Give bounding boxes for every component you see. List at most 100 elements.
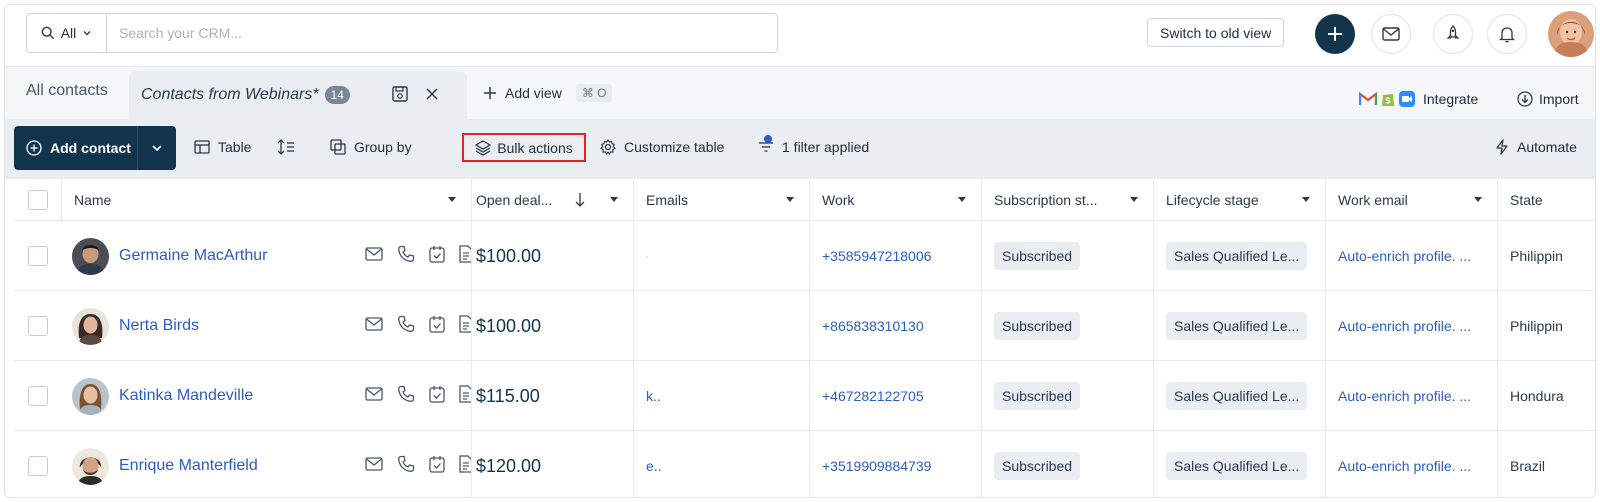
- phone-icon[interactable]: [397, 385, 415, 403]
- row-checkbox[interactable]: [28, 246, 48, 266]
- phone-icon[interactable]: [397, 455, 415, 473]
- auto-enrich-link[interactable]: Auto-enrich profile. ...: [1338, 248, 1471, 264]
- caret-down-icon[interactable]: [1301, 196, 1311, 204]
- work-phone-link[interactable]: +467282122705: [822, 388, 924, 404]
- lifecycle-tag: Sales Qualified Le...: [1166, 242, 1308, 270]
- contact-name-link[interactable]: Enrique Manterfield: [119, 457, 258, 475]
- add-contact-dropdown[interactable]: [138, 142, 176, 154]
- email-link[interactable]: e..: [646, 458, 662, 474]
- filter-button[interactable]: 1 filter applied: [758, 135, 870, 155]
- auto-enrich-link[interactable]: Auto-enrich profile. ...: [1338, 318, 1471, 334]
- column-header-emails[interactable]: Emails: [634, 179, 810, 221]
- column-header-work-email[interactable]: Work email: [1326, 179, 1498, 221]
- caret-down-icon[interactable]: [957, 196, 967, 204]
- column-header-name[interactable]: Name: [62, 179, 472, 221]
- email-link[interactable]: ·: [646, 251, 649, 262]
- notifications-button[interactable]: [1487, 14, 1527, 54]
- bell-icon: [1499, 27, 1515, 43]
- import-button[interactable]: Import: [1517, 91, 1579, 107]
- sort-button[interactable]: [277, 139, 295, 155]
- work-phone-link[interactable]: +3585947218006: [822, 248, 931, 264]
- task-icon[interactable]: [429, 315, 445, 333]
- note-icon[interactable]: [459, 315, 472, 333]
- column-header-label: Name: [74, 192, 112, 208]
- row-checkbox[interactable]: [28, 316, 48, 336]
- table-row[interactable]: Enrique Manterfield $120.00 e.. +3519909…: [14, 431, 1595, 497]
- bulk-actions-button[interactable]: Bulk actions: [462, 133, 586, 162]
- task-icon[interactable]: [429, 455, 445, 473]
- mail-icon[interactable]: [365, 387, 383, 401]
- email-link[interactable]: k..: [646, 388, 661, 404]
- search-input[interactable]: [107, 14, 777, 52]
- search-icon: [41, 26, 54, 40]
- gmail-icon: [1359, 92, 1377, 105]
- caret-down-icon[interactable]: [785, 196, 795, 204]
- auto-enrich-link[interactable]: Auto-enrich profile. ...: [1338, 388, 1471, 404]
- caret-down-icon[interactable]: [1129, 196, 1139, 204]
- table-row[interactable]: Nerta Birds $100.00 +865838310130 Subscr…: [14, 291, 1595, 361]
- column-header-state[interactable]: State: [1498, 179, 1595, 221]
- customize-table-label: Customize table: [624, 139, 725, 155]
- tab-count-badge: 14: [324, 86, 350, 104]
- state-value: Philippin: [1510, 248, 1563, 264]
- import-label: Import: [1539, 91, 1579, 107]
- select-all-checkbox[interactable]: [28, 190, 48, 210]
- note-icon[interactable]: [459, 245, 472, 263]
- table-row[interactable]: Katinka Mandeville $115.00 k.. +46728212…: [14, 361, 1595, 431]
- column-header-label: Work email: [1338, 192, 1408, 208]
- arrow-down-icon[interactable]: [574, 192, 586, 208]
- group-by-button[interactable]: Group by: [330, 139, 412, 155]
- automate-button[interactable]: Automate: [1495, 139, 1577, 155]
- mail-icon[interactable]: [365, 247, 383, 261]
- global-search: All: [26, 13, 778, 53]
- emails-cell: k..: [634, 361, 810, 431]
- table-row[interactable]: Germaine MacArthur $100.00 · +3585947218…: [14, 221, 1595, 291]
- phone-icon[interactable]: [397, 315, 415, 333]
- subscription-tag: Subscribed: [994, 382, 1081, 410]
- state-cell: Philippin: [1498, 291, 1595, 361]
- contact-name-link[interactable]: Nerta Birds: [119, 317, 199, 335]
- integrate-button[interactable]: S Integrate: [1359, 91, 1478, 107]
- create-new-button[interactable]: [1315, 14, 1355, 54]
- add-view-button[interactable]: Add view ⌘ O: [483, 84, 613, 102]
- close-view-button[interactable]: [424, 86, 440, 107]
- launch-button[interactable]: [1433, 14, 1473, 54]
- mail-button[interactable]: [1371, 14, 1411, 54]
- row-checkbox[interactable]: [28, 386, 48, 406]
- column-header-open-deals[interactable]: Open deal...: [472, 179, 634, 221]
- mail-icon[interactable]: [365, 457, 383, 471]
- save-view-button[interactable]: [391, 85, 409, 108]
- search-scope-dropdown[interactable]: All: [27, 14, 107, 52]
- group-icon: [330, 139, 346, 155]
- caret-down-icon[interactable]: [609, 196, 619, 204]
- column-header-work[interactable]: Work: [810, 179, 982, 221]
- phone-icon[interactable]: [397, 245, 415, 263]
- column-header-label: State: [1510, 192, 1543, 208]
- caret-down-icon[interactable]: [1473, 196, 1483, 204]
- open-deal-amount: $100.00: [476, 245, 542, 266]
- work-phone-link[interactable]: +3519909884739: [822, 458, 931, 474]
- customize-table-button[interactable]: Customize table: [600, 139, 724, 155]
- task-icon[interactable]: [429, 385, 445, 403]
- contact-name-link[interactable]: Germaine MacArthur: [119, 247, 268, 265]
- note-icon[interactable]: [459, 385, 472, 403]
- work-phone-cell: +3585947218006: [810, 221, 982, 291]
- contact-name-link[interactable]: Katinka Mandeville: [119, 387, 253, 405]
- note-icon[interactable]: [459, 455, 472, 473]
- tab-contacts-from-webinars[interactable]: Contacts from Webinars* 14: [129, 71, 467, 119]
- mail-icon[interactable]: [365, 317, 383, 331]
- add-contact-button[interactable]: Add contact: [14, 126, 138, 170]
- filter-label: 1 filter applied: [782, 139, 870, 155]
- column-header-subscription-status[interactable]: Subscription st...: [982, 179, 1154, 221]
- auto-enrich-link[interactable]: Auto-enrich profile. ...: [1338, 458, 1471, 474]
- column-header-lifecycle-stage[interactable]: Lifecycle stage: [1154, 179, 1326, 221]
- user-avatar[interactable]: [1548, 11, 1594, 57]
- task-icon[interactable]: [429, 245, 445, 263]
- column-header-label: Work: [822, 192, 855, 208]
- tab-all-contacts[interactable]: All contacts: [26, 82, 108, 100]
- work-phone-link[interactable]: +865838310130: [822, 318, 924, 334]
- switch-to-old-view-button[interactable]: Switch to old view: [1147, 18, 1285, 47]
- row-checkbox[interactable]: [28, 456, 48, 476]
- caret-down-icon[interactable]: [447, 196, 457, 204]
- table-view-button[interactable]: Table: [194, 139, 251, 155]
